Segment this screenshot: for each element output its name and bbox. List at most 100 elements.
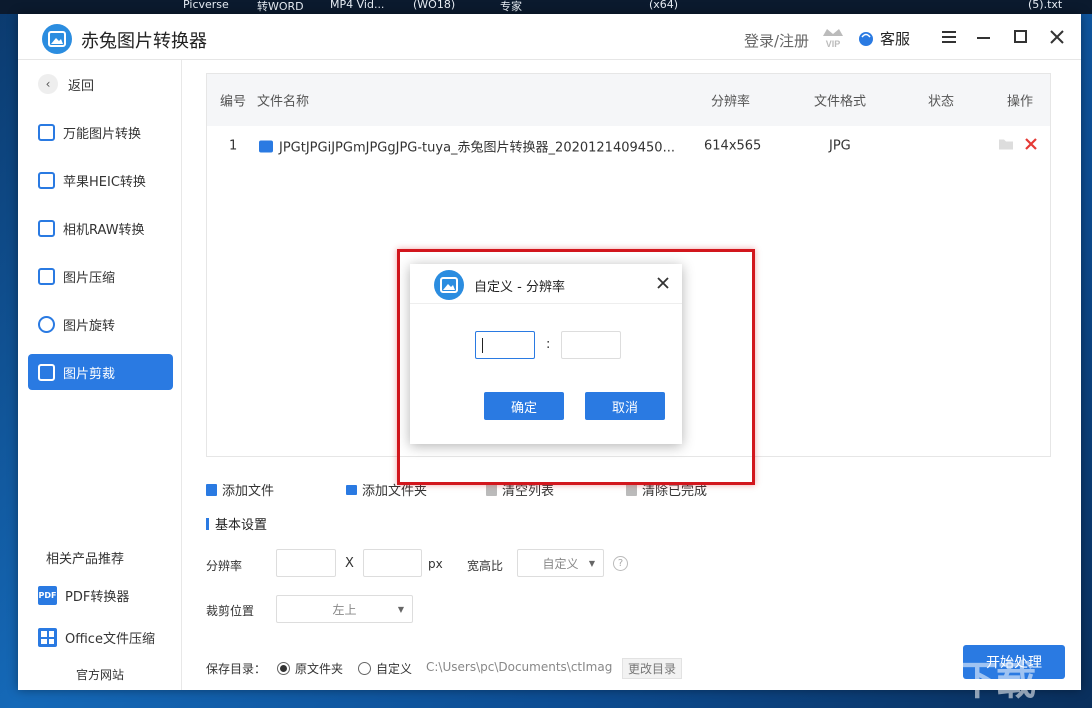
delete-icon[interactable] [1024,137,1038,155]
recommend-label: PDF转换器 [65,590,130,605]
title-bar: 赤兔图片转换器 登录/注册 VIP 客服 [18,14,1081,60]
menu-icon[interactable] [938,26,960,48]
svg-text:VIP: VIP [826,39,841,49]
chevron-down-icon: ▼ [397,604,404,614]
width-input[interactable] [276,549,336,577]
trash-icon [486,483,497,496]
recommend-pdf-converter[interactable]: PDF PDF转换器 [38,586,129,605]
dialog-header: 自定义 - 分辨率 [410,264,682,304]
pdf-icon: PDF [38,586,57,605]
col-format: 文件格式 [814,94,867,110]
px-unit: px [428,557,443,571]
close-icon[interactable] [1046,26,1068,48]
sidebar-item-crop[interactable]: 图片剪裁 [28,354,173,390]
save-dir-label: 保存目录： [206,662,267,676]
save-path: C:\Users\pc\Documents\ctImag [426,660,613,674]
sidebar-item-label: 苹果HEIC转换 [63,174,146,190]
customer-service-label: 客服 [880,30,911,48]
cell-no: 1 [229,138,238,154]
chevron-down-icon: ▼ [588,558,595,568]
sidebar-item-label: 万能图片转换 [63,126,142,142]
chevron-left-icon: ‹ [38,74,58,94]
app-title: 赤兔图片转换器 [81,31,207,52]
sidebar-item-label: 图片旋转 [63,318,116,334]
taskbar-item[interactable]: (5).txt [1028,0,1062,11]
help-icon[interactable]: ? [613,556,628,571]
radio-unchecked-icon [358,662,371,675]
image-file-icon [259,140,273,153]
taskbar-item[interactable]: Picverse [183,0,229,11]
office-icon [38,628,57,647]
recommend-label: Office文件压缩 [65,632,155,647]
add-file-label: 添加文件 [222,484,275,499]
cancel-button[interactable]: 取消 [585,392,665,420]
add-file-icon [206,483,217,496]
rotate-icon [38,315,55,333]
change-dir-button[interactable]: 更改目录 [622,658,682,679]
crop-icon [38,363,55,381]
customer-service-button[interactable]: 客服 [858,28,910,49]
taskbar-item[interactable]: MP4 Vid... [330,0,384,11]
dialog-width-input[interactable] [475,331,535,359]
cell-name: JPGtJPGiJPGmJPGgJPG-tuya_赤兔图片转换器_2020121… [259,137,675,156]
ratio-colon: : [546,337,551,352]
resolution-label: 分辨率 [206,559,243,573]
folder-icon [346,484,357,495]
aspect-ratio-select[interactable]: 自定义 ▼ [517,549,604,577]
dialog-close-icon[interactable] [656,276,672,292]
confirm-button[interactable]: 确定 [484,392,564,420]
taskbar-item[interactable]: (WO18) [413,0,455,11]
col-resolution: 分辨率 [711,94,751,110]
back-button[interactable]: ‹ 返回 [38,74,94,94]
radio-custom-folder[interactable]: 自定义 [358,660,412,677]
app-logo-icon [434,270,464,300]
taskbar-item[interactable]: 专家 [500,0,522,14]
table-row[interactable]: 1 JPGtJPGiJPGmJPGgJPG-tuya_赤兔图片转换器_20201… [207,126,1050,166]
sidebar-item-label: 图片压缩 [63,270,116,286]
app-logo-icon [42,24,72,54]
raw-icon [38,219,55,237]
sidebar-item-compress[interactable]: 图片压缩 [28,258,173,294]
sidebar: ‹ 返回 万能图片转换 苹果HEIC转换 相机RAW转换 图片压缩 图片旋转 图… [18,60,182,690]
sidebar-item-heic[interactable]: 苹果HEIC转换 [28,162,173,198]
recommend-title: 相关产品推荐 [46,552,125,567]
sidebar-item-rotate[interactable]: 图片旋转 [28,306,173,342]
taskbar-item[interactable]: 转WORD [257,0,304,14]
compress-icon [38,267,55,285]
minimize-icon[interactable] [973,26,995,48]
x-separator: X [345,556,354,571]
radio-original-folder[interactable]: 原文件夹 [277,660,343,677]
col-actions: 操作 [1007,94,1034,110]
height-input[interactable] [363,549,422,577]
dialog-height-input[interactable] [561,331,621,359]
convert-icon [38,123,55,141]
crop-position-select[interactable]: 左上 ▼ [276,595,413,623]
official-site-link[interactable]: 官方网站 [76,666,124,683]
col-no: 编号 [220,94,247,110]
table-header: 编号 文件名称 分辨率 文件格式 状态 操作 [207,74,1050,126]
taskbar: Picverse 转WORD MP4 Vid... (WO18) 专家 (x64… [0,0,1092,14]
vip-icon[interactable]: VIP [820,24,846,54]
maximize-icon[interactable] [1010,26,1032,48]
cell-resolution: 614x565 [704,138,762,154]
dialog-title: 自定义 - 分辨率 [474,280,565,295]
taskbar-item[interactable]: (x64) [649,0,678,11]
open-folder-icon[interactable] [998,138,1014,155]
col-name: 文件名称 [257,94,310,110]
recommend-office-compress[interactable]: Office文件压缩 [38,628,155,647]
sidebar-item-universal-convert[interactable]: 万能图片转换 [28,114,173,150]
custom-resolution-dialog: 自定义 - 分辨率 : 确定 取消 [410,264,682,444]
sidebar-item-label: 图片剪裁 [63,366,116,382]
radio-checked-icon [277,662,290,675]
crop-position-label: 裁剪位置 [206,604,255,618]
trash-icon [626,483,637,496]
add-file-button[interactable]: 添加文件 [206,480,274,499]
sidebar-item-raw[interactable]: 相机RAW转换 [28,210,173,246]
basic-settings-heading: 基本设置 [206,514,267,533]
col-status: 状态 [928,94,955,110]
login-register-link[interactable]: 登录/注册 [744,30,809,51]
service-icon [859,31,873,46]
heic-icon [38,171,55,189]
sidebar-item-label: 相机RAW转换 [63,222,145,238]
watermark-logo: 下载 [958,658,1036,704]
